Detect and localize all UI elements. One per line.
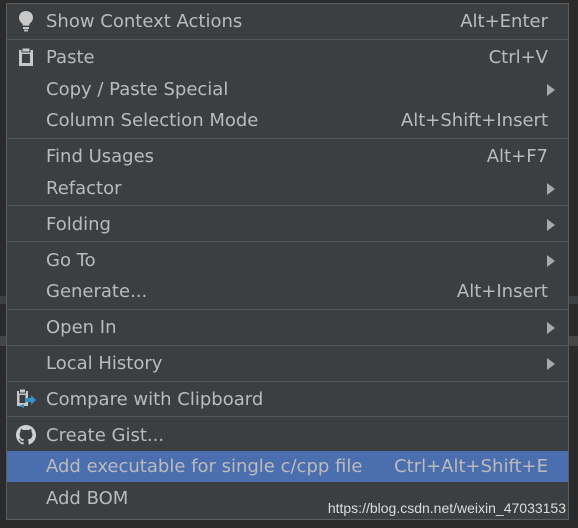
submenu-arrow-icon [547,219,555,231]
menu-separator [7,39,568,40]
menu-item-copy-paste-special[interactable]: Copy / Paste Special [7,74,568,105]
github-icon [15,424,37,446]
menu-item-shortcut: Alt+Insert [456,281,548,302]
menu-item-label: Copy / Paste Special [46,79,229,100]
menu-separator [7,381,568,382]
clipboard-icon [15,46,37,68]
menu-item-paste[interactable]: Paste Ctrl+V [7,42,568,73]
menu-item-shortcut: Ctrl+Alt+Shift+E [394,456,548,477]
menu-item-shortcut: Alt+F7 [486,146,548,167]
menu-item-label: Add BOM [46,488,129,509]
submenu-arrow-icon [547,322,555,334]
menu-item-create-gist[interactable]: Create Gist... [7,420,568,451]
menu-item-column-selection-mode[interactable]: Column Selection Mode Alt+Shift+Insert [7,105,568,136]
menu-item-label: Local History [46,353,163,374]
submenu-arrow-icon [547,84,555,96]
menu-item-shortcut: Alt+Enter [460,11,548,32]
menu-item-shortcut: Ctrl+V [488,47,548,68]
submenu-arrow-icon [547,255,555,267]
menu-item-folding[interactable]: Folding [7,209,568,240]
menu-item-add-executable[interactable]: Add executable for single c/cpp file Ctr… [7,451,568,482]
menu-separator [7,241,568,242]
watermark: https://blog.csdn.net/weixin_47033153 [325,500,568,516]
menu-item-find-usages[interactable]: Find Usages Alt+F7 [7,141,568,172]
menu-item-local-history[interactable]: Local History [7,348,568,379]
menu-item-label: Create Gist... [46,425,165,446]
menu-item-label: Show Context Actions [46,11,243,32]
menu-item-label: Refactor [46,178,122,199]
menu-item-label: Generate... [46,281,148,302]
menu-separator [7,345,568,346]
menu-item-label: Column Selection Mode [46,110,259,131]
menu-item-show-context-actions[interactable]: Show Context Actions Alt+Enter [7,6,568,37]
menu-item-label: Add executable for single c/cpp file [46,456,363,477]
menu-item-generate[interactable]: Generate... Alt+Insert [7,276,568,307]
menu-item-label: Go To [46,250,96,271]
submenu-arrow-icon [547,183,555,195]
submenu-arrow-icon [547,358,555,370]
menu-separator [7,138,568,139]
menu-item-open-in[interactable]: Open In [7,312,568,343]
menu-item-refactor[interactable]: Refactor [7,173,568,204]
menu-separator [7,309,568,310]
menu-item-label: Paste [46,47,95,68]
menu-item-go-to[interactable]: Go To [7,245,568,276]
menu-item-label: Compare with Clipboard [46,389,264,410]
menu-item-compare-with-clipboard[interactable]: Compare with Clipboard [7,384,568,415]
menu-item-label: Open In [46,317,117,338]
menu-separator [7,205,568,206]
compare-clipboard-icon [15,388,37,410]
context-menu: Show Context Actions Alt+Enter Paste Ctr… [6,3,569,520]
menu-item-label: Find Usages [46,146,155,167]
menu-item-shortcut: Alt+Shift+Insert [400,110,548,131]
menu-separator [7,416,568,417]
menu-item-label: Folding [46,214,111,235]
lightbulb-icon [15,10,37,32]
